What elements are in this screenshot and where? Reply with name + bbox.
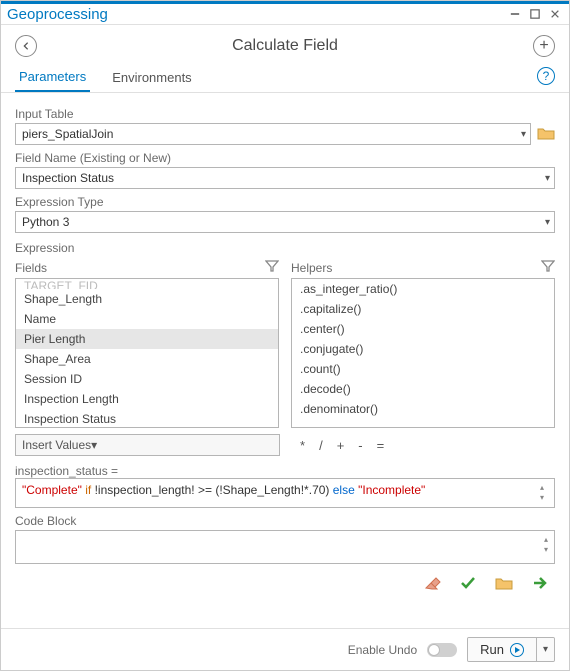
insert-values-combo[interactable]: Insert Values ▾ — [15, 434, 280, 456]
chevron-down-icon: ▾ — [521, 129, 526, 140]
erase-icon[interactable] — [423, 574, 441, 592]
list-item[interactable]: .decode() — [292, 379, 554, 399]
open-folder-icon[interactable] — [495, 574, 513, 592]
code-block-label: Code Block — [15, 514, 555, 528]
list-item[interactable]: .as_integer_ratio() — [292, 279, 554, 299]
expression-type-label: Expression Type — [15, 195, 555, 209]
fields-header: Fields — [15, 261, 47, 275]
field-name-label: Field Name (Existing or New) — [15, 151, 555, 165]
validate-icon[interactable] — [459, 574, 477, 592]
op-divide[interactable]: / — [319, 438, 323, 453]
list-item[interactable]: Inspection Status — [16, 409, 278, 428]
list-item[interactable]: Pier Length — [16, 329, 278, 349]
expr-down-icon[interactable]: ▾ — [536, 493, 548, 503]
dock-button[interactable] — [527, 6, 543, 22]
fields-listbox[interactable]: TARGET_FID Shape_Length Name Pier Length… — [15, 278, 279, 428]
code-block-editor[interactable]: ▴ ▾ — [15, 530, 555, 564]
list-item[interactable]: .capitalize() — [292, 299, 554, 319]
list-item[interactable]: .center() — [292, 319, 554, 339]
enable-undo-label: Enable Undo — [348, 643, 417, 657]
expression-type-combo[interactable]: Python 3 ▾ — [15, 211, 555, 233]
list-item[interactable]: Shape_Area — [16, 349, 278, 369]
tool-header: Calculate Field + — [1, 25, 569, 63]
chevron-down-icon: ▾ — [545, 173, 550, 184]
helpers-header: Helpers — [291, 261, 332, 275]
list-item[interactable]: Shape_Length — [16, 289, 278, 309]
close-button[interactable] — [547, 6, 563, 22]
expression-target: inspection_status = — [15, 464, 555, 478]
titlebar: Geoprocessing — [1, 1, 569, 25]
helpers-filter-icon[interactable] — [541, 259, 555, 276]
field-name-combo[interactable]: Inspection Status ▾ — [15, 167, 555, 189]
input-table-combo[interactable]: piers_SpatialJoin ▾ — [15, 123, 531, 145]
list-item[interactable]: .count() — [292, 359, 554, 379]
tab-parameters[interactable]: Parameters — [15, 63, 90, 92]
footer: Enable Undo Run ▾ — [1, 628, 569, 670]
export-icon[interactable] — [531, 574, 549, 592]
input-table-label: Input Table — [15, 107, 555, 121]
geoprocessing-pane: Geoprocessing Calculate Field + Paramete… — [0, 0, 570, 671]
fields-filter-icon[interactable] — [265, 259, 279, 276]
back-button[interactable] — [15, 35, 37, 57]
expression-label: Expression — [15, 241, 555, 255]
play-icon — [510, 643, 524, 657]
parameters-body: Input Table piers_SpatialJoin ▾ Field Na… — [1, 93, 569, 628]
pane-title: Geoprocessing — [7, 6, 503, 23]
list-item[interactable]: Name — [16, 309, 278, 329]
list-item[interactable]: .denominator() — [292, 399, 554, 419]
run-button[interactable]: Run — [468, 638, 536, 661]
list-item[interactable]: Inspection Length — [16, 389, 278, 409]
expression-editor[interactable]: "Complete" if !inspection_length! >= (!S… — [15, 478, 555, 508]
run-menu-button[interactable]: ▾ — [536, 638, 554, 661]
codeblock-up-icon[interactable]: ▴ — [540, 535, 552, 545]
op-plus[interactable]: + — [337, 438, 345, 453]
expr-up-icon[interactable]: ▴ — [536, 483, 548, 493]
chevron-down-icon: ▾ — [91, 438, 97, 452]
help-icon[interactable]: ? — [537, 67, 555, 85]
tab-environments[interactable]: Environments — [108, 64, 195, 91]
list-item[interactable]: Session ID — [16, 369, 278, 389]
tool-title: Calculate Field — [37, 37, 533, 55]
autohide-button[interactable] — [507, 6, 523, 22]
browse-folder-icon[interactable] — [537, 126, 555, 143]
helpers-listbox[interactable]: .as_integer_ratio() .capitalize() .cente… — [291, 278, 555, 428]
list-item[interactable]: TARGET_FID — [16, 279, 278, 289]
chevron-down-icon: ▾ — [545, 217, 550, 228]
op-equals[interactable]: = — [377, 438, 385, 453]
operators: * / + - = — [290, 438, 384, 453]
enable-undo-toggle[interactable] — [427, 643, 457, 657]
tabs: Parameters Environments ? — [1, 63, 569, 93]
codeblock-down-icon[interactable]: ▾ — [540, 545, 552, 555]
add-button[interactable]: + — [533, 35, 555, 57]
op-minus[interactable]: - — [358, 438, 362, 453]
list-item[interactable]: .conjugate() — [292, 339, 554, 359]
op-multiply[interactable]: * — [300, 438, 305, 453]
action-icons — [15, 574, 555, 592]
